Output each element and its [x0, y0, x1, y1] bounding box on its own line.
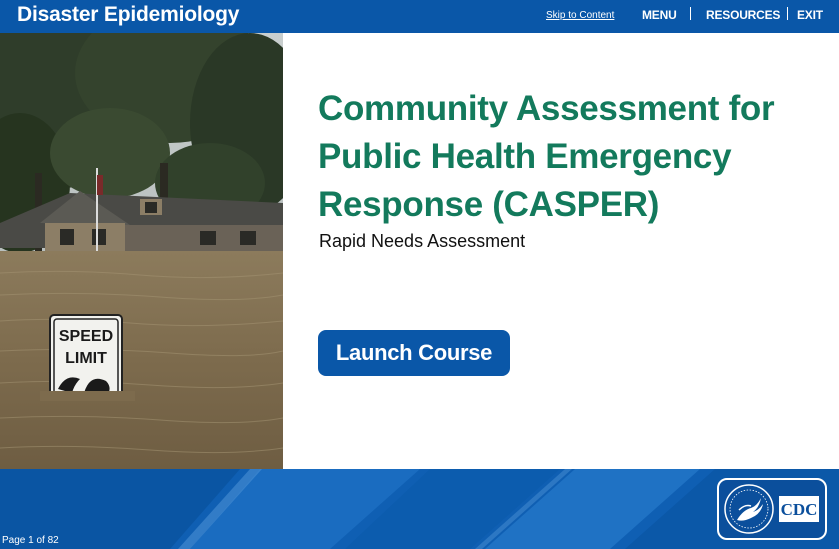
hero-image-flood: SPEED LIMIT — [0, 33, 283, 469]
resources-button[interactable]: RESOURCES — [706, 8, 780, 22]
hhs-seal-icon — [724, 484, 774, 534]
launch-course-button[interactable]: Launch Course — [318, 330, 510, 376]
header-bar: Disaster Epidemiology Skip to Content ME… — [0, 0, 839, 33]
speed-limit-sign: SPEED LIMIT — [40, 314, 135, 401]
menu-button[interactable]: MENU — [642, 8, 677, 22]
course-title: Community Assessment for Public Health E… — [318, 89, 775, 224]
flood-water — [0, 251, 283, 469]
exit-button[interactable]: EXIT — [797, 8, 823, 22]
cdc-logo-icon: CDC — [779, 496, 819, 522]
footer-bar: Page 1 of 82 CDC — [0, 469, 839, 549]
nav-divider — [690, 7, 691, 20]
nav-divider — [787, 7, 788, 20]
app-title: Disaster Epidemiology — [17, 3, 240, 26]
course-subtitle: Rapid Needs Assessment — [319, 231, 526, 251]
sign-text-limit: LIMIT — [65, 350, 107, 367]
footer-stripes — [0, 469, 839, 549]
sign-text-speed: SPEED — [59, 328, 113, 345]
page-indicator: Page 1 of 82 — [2, 535, 59, 546]
skip-to-content-link[interactable]: Skip to Content — [546, 10, 614, 21]
cdc-logo-text: CDC — [781, 500, 818, 519]
hhs-cdc-logo: CDC — [717, 478, 827, 540]
